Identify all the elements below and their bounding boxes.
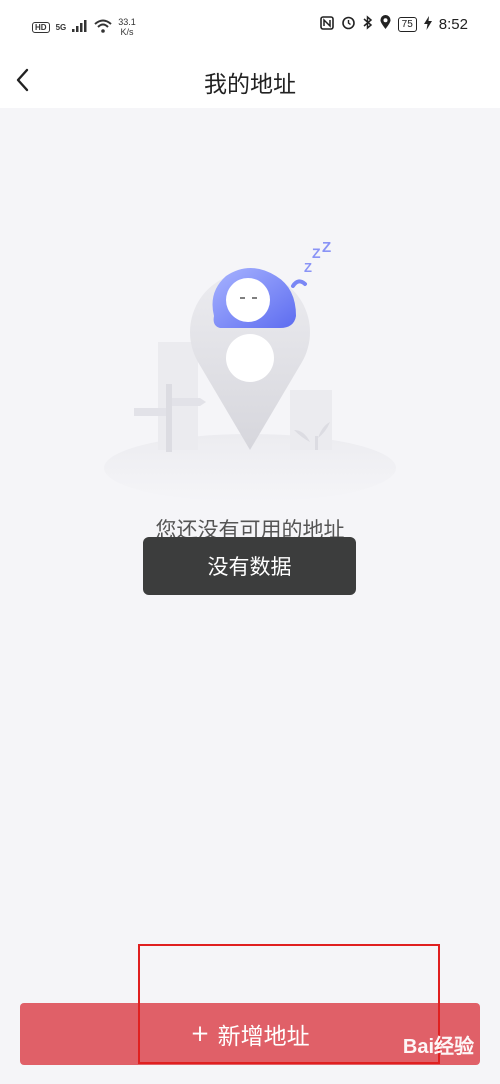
clock-time: 8:52 (438, 16, 468, 33)
charging-icon (423, 15, 432, 34)
battery-level: 75 (397, 17, 417, 32)
svg-text:Z: Z (322, 239, 331, 256)
status-bar: HD 5G 33.1 K/s 75 8:52 (0, 0, 500, 52)
net-speed-unit: K/s (120, 27, 134, 37)
alarm-icon (341, 15, 356, 34)
location-icon (380, 15, 391, 34)
net-speed: 33.1 K/s (118, 17, 136, 37)
wifi-icon (94, 19, 112, 36)
status-right: 75 8:52 (319, 15, 468, 34)
nfc-icon (319, 15, 334, 34)
status-left: HD 5G 33.1 K/s (32, 17, 136, 37)
toast-message: 没有数据 (143, 537, 356, 595)
annotation-highlight-box (138, 944, 440, 1064)
net-speed-value: 33.1 (118, 17, 136, 27)
nav-bar: 我的地址 (0, 52, 500, 108)
signal-icon (72, 19, 88, 35)
signal-label: 5G (55, 22, 67, 32)
svg-text:Z: Z (304, 260, 312, 275)
page-title: 我的地址 (204, 72, 296, 98)
watermark: Bai经验 (402, 1036, 474, 1058)
hd-badge: HD (32, 21, 50, 33)
bluetooth-icon (363, 15, 373, 34)
empty-location-illustration: Z Z Z (104, 239, 396, 502)
svg-text:Z: Z (312, 245, 321, 261)
